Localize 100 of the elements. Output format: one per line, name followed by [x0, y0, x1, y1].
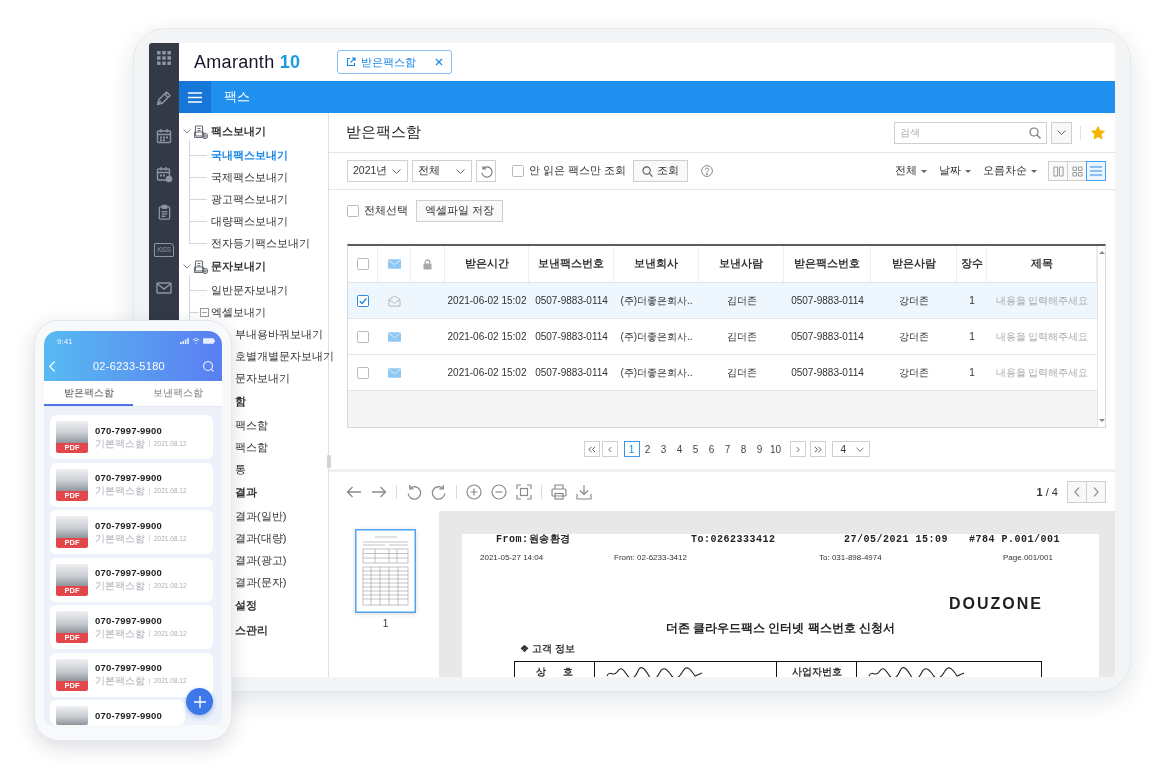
tree-item[interactable]: 결과(문자): [235, 574, 287, 590]
previous-page-button[interactable]: [1067, 480, 1087, 503]
previous-page-button[interactable]: [601, 441, 618, 457]
row-checkbox[interactable]: [357, 366, 369, 379]
tree-group-label[interactable]: 설정: [235, 598, 257, 613]
column-header[interactable]: 받은사람: [891, 257, 936, 271]
page-number-button[interactable]: 8: [735, 441, 752, 457]
column-header[interactable]: 받은팩스번호: [794, 257, 860, 271]
page-number-button[interactable]: 2: [639, 441, 656, 457]
tree-item[interactable]: 호별개별문자보내기: [235, 348, 334, 364]
tree-item[interactable]: 일반문자보내기: [211, 282, 288, 298]
next-page-button[interactable]: [1086, 480, 1106, 503]
search-options-button[interactable]: [1051, 121, 1072, 144]
chevron-icon[interactable]: [183, 264, 191, 269]
zoom-out-icon[interactable]: [491, 483, 507, 500]
tree-group-label[interactable]: 팩스보내기: [211, 124, 266, 139]
pen-icon[interactable]: [156, 90, 172, 106]
tree-item[interactable]: 결과(대량): [235, 530, 287, 546]
table-row[interactable]: 2021-06-02 15:02 0507-9883-0114 (주)더좋은회사.. 김더존 0507-9883-0114 강더존 1 내용을 입력해주세요: [348, 283, 1097, 319]
page-number-button[interactable]: 10: [767, 441, 784, 457]
back-icon[interactable]: [49, 360, 55, 372]
scroll-up-icon[interactable]: [1098, 251, 1105, 254]
vertical-scrollbar[interactable]: [1097, 246, 1105, 427]
tree-item[interactable]: 엑셀보내기: [211, 304, 266, 320]
scroll-down-icon[interactable]: [1098, 419, 1105, 422]
chevron-icon[interactable]: [183, 129, 191, 134]
first-page-button[interactable]: [583, 441, 600, 457]
category-select[interactable]: 전체: [412, 160, 472, 182]
sort-dropdown[interactable]: 전체: [895, 164, 927, 178]
search-button[interactable]: 조회: [632, 160, 688, 182]
unread-only-checkbox[interactable]: [512, 165, 524, 177]
download-icon[interactable]: [576, 483, 592, 500]
rotate-left-icon[interactable]: [406, 483, 422, 500]
clipboard-icon[interactable]: [156, 204, 172, 220]
tree-group-label[interactable]: 결과: [235, 485, 257, 500]
year-select[interactable]: 2021년: [347, 160, 408, 182]
search-field[interactable]: 검색: [894, 121, 1047, 144]
next-page-button[interactable]: [789, 441, 806, 457]
print-icon[interactable]: [551, 483, 567, 500]
tree-item[interactable]: 팩스함: [235, 417, 268, 433]
sort-dropdown[interactable]: 날짜: [939, 164, 971, 178]
refresh-button[interactable]: [476, 160, 496, 182]
page-number-button[interactable]: 4: [671, 441, 688, 457]
view-mode-button[interactable]: [1067, 161, 1087, 181]
tree-item[interactable]: 전자등기팩스보내기: [211, 235, 310, 251]
apps-grid-icon[interactable]: [157, 51, 171, 65]
row-checkbox[interactable]: [357, 330, 369, 343]
page-number-button[interactable]: 3: [655, 441, 672, 457]
column-header[interactable]: 받은시간: [464, 257, 509, 271]
page-number-button[interactable]: 5: [687, 441, 704, 457]
last-page-button[interactable]: [809, 441, 826, 457]
tree-item[interactable]: 국제팩스보내기: [211, 169, 288, 185]
fit-to-screen-icon[interactable]: [516, 483, 532, 500]
tree-item[interactable]: 광고팩스보내기: [211, 191, 288, 207]
tree-item[interactable]: 대량팩스보내기: [211, 213, 288, 229]
tree-item[interactable]: 결과(일반): [235, 508, 287, 524]
mail-icon[interactable]: [156, 282, 172, 294]
tree-item[interactable]: 부내용바꿔보내기: [235, 326, 323, 342]
column-header[interactable]: 보낸사람: [719, 257, 763, 271]
column-header[interactable]: 제목: [1030, 257, 1053, 271]
tree-group-label[interactable]: 스관리: [235, 623, 268, 638]
page-number-button[interactable]: 6: [703, 441, 720, 457]
tab[interactable]: 보낸팩스함: [133, 381, 222, 406]
fax-card[interactable]: 070-7997-9900: [50, 700, 185, 725]
tree-item[interactable]: 문자보내기: [235, 370, 290, 386]
search-icon[interactable]: [203, 360, 214, 372]
tree-item[interactable]: 결과(광고): [235, 552, 287, 568]
battery-icon: [203, 338, 215, 344]
page-thumbnail-drawing[interactable]: [355, 529, 416, 613]
tree-item[interactable]: 국내팩스보내기: [211, 147, 288, 163]
header-checkbox[interactable]: [356, 258, 369, 270]
document-tab[interactable]: 받은팩스함: [337, 50, 452, 74]
tree-group-label[interactable]: 문자보내기: [211, 259, 266, 274]
help-icon[interactable]: [700, 165, 713, 177]
sort-dropdown[interactable]: 오름차순: [983, 164, 1037, 178]
tree-item[interactable]: 팩스함: [235, 439, 268, 455]
tree-item[interactable]: 통: [235, 461, 246, 477]
menu-button[interactable]: [179, 81, 211, 113]
tree-group-label[interactable]: 함: [235, 394, 246, 409]
view-mode-button[interactable]: [1086, 161, 1106, 181]
collapse-icon[interactable]: [200, 307, 209, 317]
rotate-right-icon[interactable]: [431, 483, 447, 500]
column-header[interactable]: 장수: [960, 257, 983, 271]
export-excel-button[interactable]: 엑셀파일 저장: [416, 199, 503, 222]
select-all-checkbox[interactable]: [347, 204, 359, 217]
plus-icon: [193, 695, 206, 708]
menu-icon: [188, 91, 202, 103]
page-number-button[interactable]: 7: [719, 441, 736, 457]
star-icon[interactable]: [1091, 125, 1105, 140]
page-number-button[interactable]: 1: [623, 441, 640, 457]
page-number-button[interactable]: 9: [751, 441, 768, 457]
view-mode-button[interactable]: [1048, 161, 1068, 181]
splitter-handle[interactable]: [327, 455, 331, 468]
zoom-in-icon[interactable]: [466, 483, 482, 500]
calendar-icon[interactable]: [156, 128, 172, 144]
column-header[interactable]: 보낸회사: [634, 257, 678, 271]
row-checkbox[interactable]: [357, 294, 369, 307]
close-icon[interactable]: [435, 58, 443, 66]
column-header[interactable]: 보낸팩스번호: [538, 257, 604, 271]
page-size-select[interactable]: 4: [831, 441, 870, 457]
